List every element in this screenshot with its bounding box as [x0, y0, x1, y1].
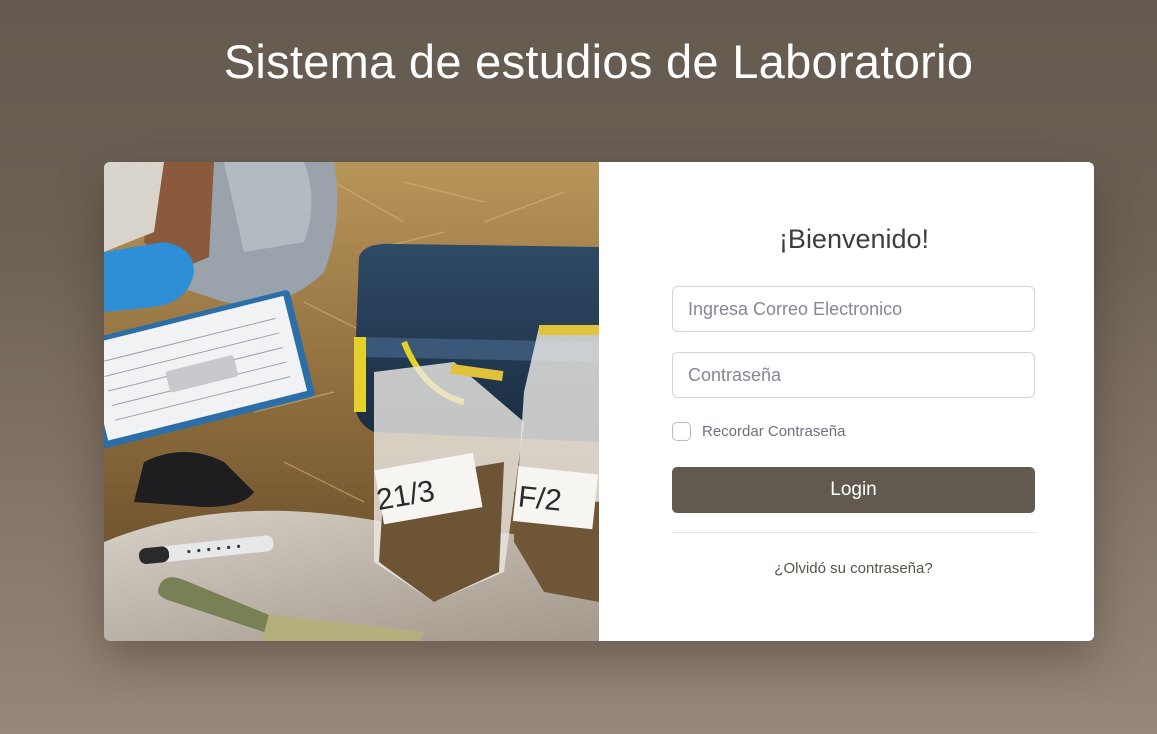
- email-input[interactable]: [672, 286, 1035, 332]
- login-button[interactable]: Login: [672, 467, 1035, 513]
- forgot-password-link[interactable]: ¿Olvidó su contraseña?: [672, 560, 1035, 577]
- lab-sample-photo: 21/3 F/2: [104, 162, 599, 641]
- remember-password[interactable]: Recordar Contraseña: [672, 422, 845, 441]
- form-divider: [672, 532, 1035, 533]
- page-title: Sistema de estudios de Laboratorio: [223, 35, 974, 88]
- remember-label[interactable]: Recordar Contraseña: [702, 423, 845, 440]
- lab-sample-illustration: 21/3 F/2: [104, 162, 599, 641]
- login-card: 21/3 F/2 ¡Bienvenido! Ingresa Correo Ele…: [104, 162, 1094, 641]
- welcome-heading: ¡Bienvenido!: [778, 224, 930, 254]
- bag-label-2: F/2: [517, 480, 564, 517]
- login-form: ¡Bienvenido! Recordar Contraseña Login ¿…: [599, 162, 1094, 641]
- password-input[interactable]: [672, 352, 1035, 398]
- remember-checkbox[interactable]: [672, 422, 691, 441]
